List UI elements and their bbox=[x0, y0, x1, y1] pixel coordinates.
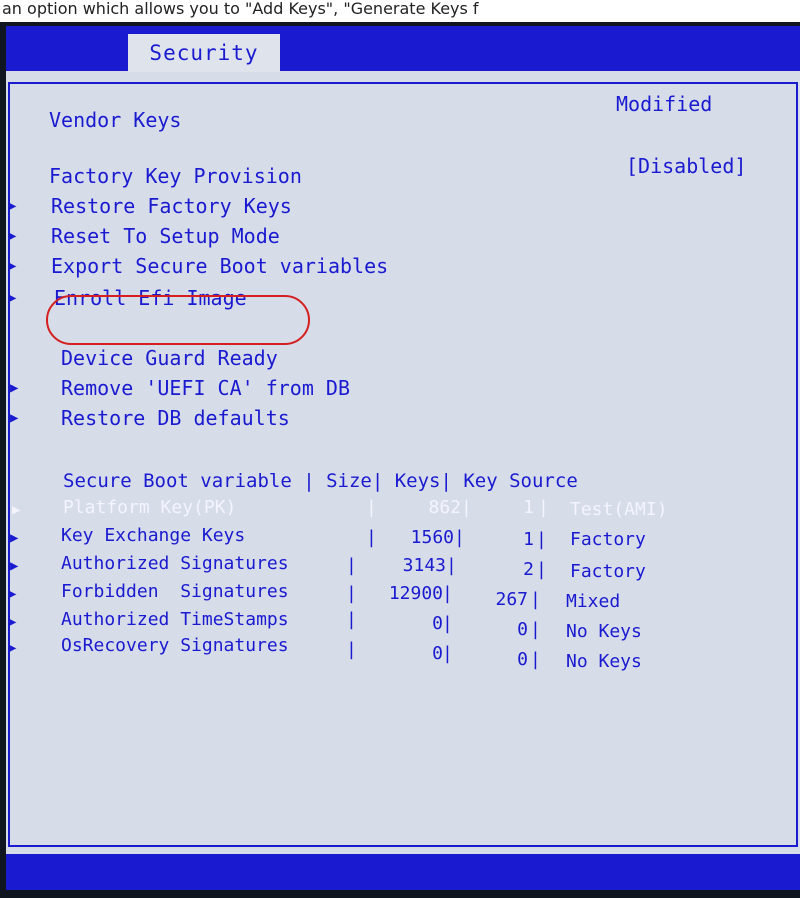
row-name: Key Exchange Keys bbox=[61, 525, 246, 546]
row-size: 3143 bbox=[402, 555, 446, 576]
triangle-right-icon: ▶ bbox=[10, 558, 19, 574]
row-separator: | bbox=[538, 497, 549, 518]
bottom-bar bbox=[6, 854, 800, 890]
row-separator: | bbox=[536, 529, 547, 550]
row-size: 0 bbox=[432, 643, 443, 664]
top-bar: Security bbox=[6, 26, 800, 72]
row-separator: | bbox=[442, 643, 453, 664]
enroll-efi-image-item[interactable]: Enroll Efi Image bbox=[54, 286, 247, 310]
row-separator: | bbox=[346, 555, 357, 576]
row-separator: | bbox=[530, 649, 541, 670]
row-name: Forbidden Signatures bbox=[61, 581, 289, 602]
reset-to-setup-mode-item[interactable]: Reset To Setup Mode bbox=[51, 224, 280, 248]
triangle-right-icon: ▶ bbox=[10, 530, 19, 546]
triangle-right-icon: ▶ bbox=[8, 614, 17, 630]
row-separator: | bbox=[442, 613, 453, 634]
row-separator: | bbox=[346, 583, 357, 604]
triangle-right-icon: ▶ bbox=[8, 290, 17, 306]
row-size: 12900 bbox=[388, 583, 443, 604]
row-keys: 267 bbox=[495, 589, 528, 610]
row-separator: | bbox=[536, 559, 547, 580]
caption-text: an option which allows you to "Add Keys"… bbox=[2, 0, 479, 18]
row-source: Factory bbox=[570, 529, 646, 550]
triangle-right-icon: ▶ bbox=[8, 258, 17, 274]
row-name: Authorized TimeStamps bbox=[61, 609, 289, 630]
vendor-keys-value: Modified bbox=[616, 92, 713, 116]
row-separator: | bbox=[461, 497, 472, 518]
triangle-right-icon: ▶ bbox=[12, 502, 21, 518]
factory-key-provision-value[interactable]: [Disabled] bbox=[626, 154, 746, 178]
export-secure-boot-variables-item[interactable]: Export Secure Boot variables bbox=[51, 254, 388, 278]
triangle-right-icon: ▶ bbox=[8, 586, 17, 602]
row-separator: | bbox=[446, 555, 457, 576]
restore-factory-keys-item[interactable]: Restore Factory Keys bbox=[51, 194, 292, 218]
row-source: No Keys bbox=[566, 621, 642, 642]
triangle-right-icon: ▶ bbox=[10, 380, 19, 396]
row-size: 862 bbox=[428, 497, 461, 518]
row-name: OsRecovery Signatures bbox=[61, 635, 289, 656]
table-header: Secure Boot variable | Size| Keys| Key S… bbox=[63, 470, 578, 492]
row-keys: 2 bbox=[523, 559, 534, 580]
restore-db-defaults-item[interactable]: Restore DB defaults bbox=[61, 406, 290, 430]
triangle-right-icon: ▶ bbox=[8, 198, 17, 214]
triangle-right-icon: ▶ bbox=[10, 410, 19, 426]
row-size: 1560 bbox=[410, 527, 454, 548]
row-separator: | bbox=[454, 527, 465, 548]
vendor-keys-label: Vendor Keys bbox=[49, 108, 182, 132]
factory-key-provision-label[interactable]: Factory Key Provision bbox=[49, 164, 302, 188]
row-keys: 0 bbox=[517, 619, 528, 640]
row-keys: 1 bbox=[523, 529, 534, 550]
row-keys: 1 bbox=[523, 497, 534, 518]
row-separator: | bbox=[346, 609, 357, 630]
tab-security[interactable]: Security bbox=[128, 34, 280, 72]
row-separator: | bbox=[346, 639, 357, 660]
row-separator: | bbox=[530, 589, 541, 610]
row-source: Factory bbox=[570, 561, 646, 582]
row-source: No Keys bbox=[566, 651, 642, 672]
row-keys: 0 bbox=[517, 649, 528, 670]
device-guard-ready-label: Device Guard Ready bbox=[61, 346, 278, 370]
row-separator: | bbox=[530, 619, 541, 640]
row-source: Mixed bbox=[566, 591, 621, 612]
triangle-right-icon: ▶ bbox=[8, 228, 17, 244]
row-separator: | bbox=[366, 497, 377, 518]
row-name: Authorized Signatures bbox=[61, 553, 289, 574]
remove-uefi-ca-item[interactable]: Remove 'UEFI CA' from DB bbox=[61, 376, 350, 400]
triangle-right-icon: ▶ bbox=[8, 640, 17, 656]
bios-screen: Security Vendor Keys Modified Factory Ke… bbox=[6, 26, 800, 890]
row-size: 0 bbox=[432, 613, 443, 634]
row-name: Platform Key(PK) bbox=[63, 497, 237, 518]
row-separator: | bbox=[442, 583, 453, 604]
row-source: Test(AMI) bbox=[570, 499, 668, 520]
row-separator: | bbox=[366, 527, 377, 548]
